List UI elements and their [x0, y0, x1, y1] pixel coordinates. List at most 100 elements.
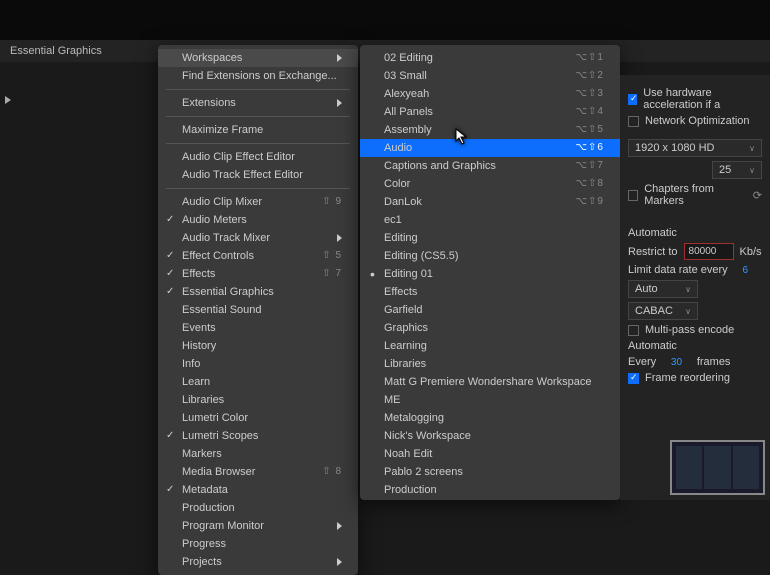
menu-item-metalogging[interactable]: Metalogging [360, 409, 620, 427]
cursor-icon [455, 128, 469, 149]
menu-item-find-extensions-on-exchange[interactable]: Find Extensions on Exchange... [158, 67, 358, 85]
menu-item-label: Libraries [182, 393, 224, 407]
cabac-select[interactable]: CABAC∨ [628, 302, 698, 320]
menu-item-history[interactable]: History [158, 337, 358, 355]
menu-item-editing-cs5-5[interactable]: Editing (CS5.5) [360, 247, 620, 265]
auto-select[interactable]: Auto∨ [628, 280, 698, 298]
menu-item-assembly[interactable]: Assembly⌥⇧5 [360, 121, 620, 139]
menu-item-learn[interactable]: Learn [158, 373, 358, 391]
refresh-icon[interactable]: ⟳ [753, 189, 762, 202]
menu-item-workspaces[interactable]: Workspaces [158, 49, 358, 67]
menu-item-03-small[interactable]: 03 Small⌥⇧2 [360, 67, 620, 85]
preset-select[interactable]: 1920 x 1080 HD∨ [628, 139, 762, 157]
menu-item-noah-edit[interactable]: Noah Edit [360, 445, 620, 463]
menu-shortcut: ⇧ 8 [322, 465, 342, 479]
limit-value[interactable]: 6 [742, 265, 748, 276]
menu-item-audio-track-effect-editor: Audio Track Effect Editor [158, 166, 358, 184]
menu-item-progress[interactable]: Progress [158, 535, 358, 553]
menu-item-lumetri-scopes[interactable]: Lumetri Scopes [158, 427, 358, 445]
menu-item-label: Audio Clip Mixer [182, 195, 262, 209]
menu-item-label: Audio Track Mixer [182, 231, 270, 245]
menu-item-libraries[interactable]: Libraries [158, 391, 358, 409]
preview-thumbnail[interactable] [670, 440, 765, 495]
menu-item-label: Workspaces [182, 51, 242, 65]
menu-item-label: Maximize Frame [182, 123, 263, 137]
menu-item-label: DanLok [384, 195, 422, 209]
menu-item-production[interactable]: Production [360, 481, 620, 499]
menu-item-label: Audio Track Effect Editor [182, 168, 303, 182]
menu-item-label: History [182, 339, 216, 353]
menu-shortcut: ⌥⇧8 [576, 177, 604, 191]
menu-item-lumetri-color[interactable]: Lumetri Color [158, 409, 358, 427]
window-menu: Workspaces Find Extensions on Exchange...… [158, 45, 358, 575]
menu-item-audio-clip-mixer[interactable]: Audio Clip Mixer⇧ 9 [158, 193, 358, 211]
menu-item-markers[interactable]: Markers [158, 445, 358, 463]
tab-essential-graphics[interactable]: Essential Graphics [10, 45, 102, 57]
menu-item-media-browser[interactable]: Media Browser ⇧ 8 [158, 463, 358, 481]
menu-item-captions-and-graphics[interactable]: Captions and Graphics ⌥⇧7 [360, 157, 620, 175]
menu-item-extensions[interactable]: Extensions [158, 94, 358, 112]
menu-item-nick-s-workspace[interactable]: Nick's Workspace [360, 427, 620, 445]
menu-item-garfield[interactable]: Garfield [360, 301, 620, 319]
menu-item-label: Nick's Workspace [384, 429, 471, 443]
checkbox-reorder[interactable] [628, 373, 639, 384]
timeline-toggle[interactable] [5, 95, 11, 107]
label-multipass: Multi-pass encode [645, 324, 734, 336]
menu-item-editing[interactable]: Editing [360, 229, 620, 247]
menu-item-label: Media Browser [182, 465, 255, 479]
menu-item-02-editing[interactable]: 02 Editing⌥⇧1 [360, 49, 620, 67]
menu-item-events[interactable]: Events [158, 319, 358, 337]
checkbox-net-opt[interactable] [628, 116, 639, 127]
menu-item-label: Editing 01 [384, 267, 433, 281]
menu-item-effects[interactable]: Effects⇧ 7 [158, 265, 358, 283]
menu-item-me[interactable]: ME [360, 391, 620, 409]
every-value[interactable]: 30 [671, 357, 682, 368]
menu-item-learning[interactable]: Learning [360, 337, 620, 355]
menu-item-label: Libraries [384, 357, 426, 371]
menu-item-label: Essential Graphics [182, 285, 274, 299]
menu-item-audio[interactable]: Audio⌥⇧6 [360, 139, 620, 157]
checkbox-chapters[interactable] [628, 190, 638, 201]
menu-item-danlok[interactable]: DanLok⌥⇧9 [360, 193, 620, 211]
label-net-opt: Network Optimization [645, 115, 750, 127]
menu-item-graphics[interactable]: Graphics [360, 319, 620, 337]
menu-item-projects[interactable]: Projects [158, 553, 358, 571]
menu-item-label: Effect Controls [182, 249, 254, 263]
menu-item-label: Audio [384, 141, 412, 155]
menu-item-all-panels[interactable]: All Panels⌥⇧4 [360, 103, 620, 121]
checkbox-multipass[interactable] [628, 325, 639, 336]
menu-item-editing-01[interactable]: Editing 01 [360, 265, 620, 283]
chevron-down-icon: ∨ [685, 285, 691, 294]
menu-item-ec1[interactable]: ec1 [360, 211, 620, 229]
menu-item-label: 03 Small [384, 69, 427, 83]
menu-separator [166, 188, 350, 189]
menu-item-info[interactable]: Info [158, 355, 358, 373]
menu-item-audio-track-mixer[interactable]: Audio Track Mixer [158, 229, 358, 247]
menu-item-label: Program Monitor [182, 519, 264, 533]
menu-shortcut: ⌥⇧1 [576, 51, 604, 65]
menu-item-pablo-2-screens[interactable]: Pablo 2 screens [360, 463, 620, 481]
menu-item-alexyeah[interactable]: Alexyeah⌥⇧3 [360, 85, 620, 103]
menu-item-program-monitor[interactable]: Program Monitor [158, 517, 358, 535]
menu-item-essential-graphics[interactable]: Essential Graphics [158, 283, 358, 301]
menu-item-label: Essential Sound [182, 303, 262, 317]
menu-item-label: Color [384, 177, 410, 191]
chevron-down-icon: ∨ [749, 144, 755, 153]
level-select[interactable]: 25∨ [712, 161, 762, 179]
menu-item-essential-sound[interactable]: Essential Sound [158, 301, 358, 319]
menu-separator [166, 116, 350, 117]
menu-item-label: Audio Meters [182, 213, 247, 227]
menu-item-metadata[interactable]: Metadata [158, 481, 358, 499]
menu-item-production[interactable]: Production [158, 499, 358, 517]
menu-item-maximize-frame[interactable]: Maximize Frame [158, 121, 358, 139]
menu-item-label: Captions and Graphics [384, 159, 496, 173]
checkbox-hw-accel[interactable] [628, 94, 637, 105]
menu-item-libraries[interactable]: Libraries [360, 355, 620, 373]
menu-item-effects[interactable]: Effects [360, 283, 620, 301]
menu-item-matt-g-premiere-wondershare-workspace[interactable]: Matt G Premiere Wondershare Workspace [360, 373, 620, 391]
menu-item-color[interactable]: Color ⌥⇧8 [360, 175, 620, 193]
bitrate-input[interactable] [684, 243, 734, 260]
menu-shortcut: ⌥⇧7 [576, 159, 604, 173]
menu-item-effect-controls[interactable]: Effect Controls⇧ 5 [158, 247, 358, 265]
menu-item-audio-meters[interactable]: Audio Meters [158, 211, 358, 229]
